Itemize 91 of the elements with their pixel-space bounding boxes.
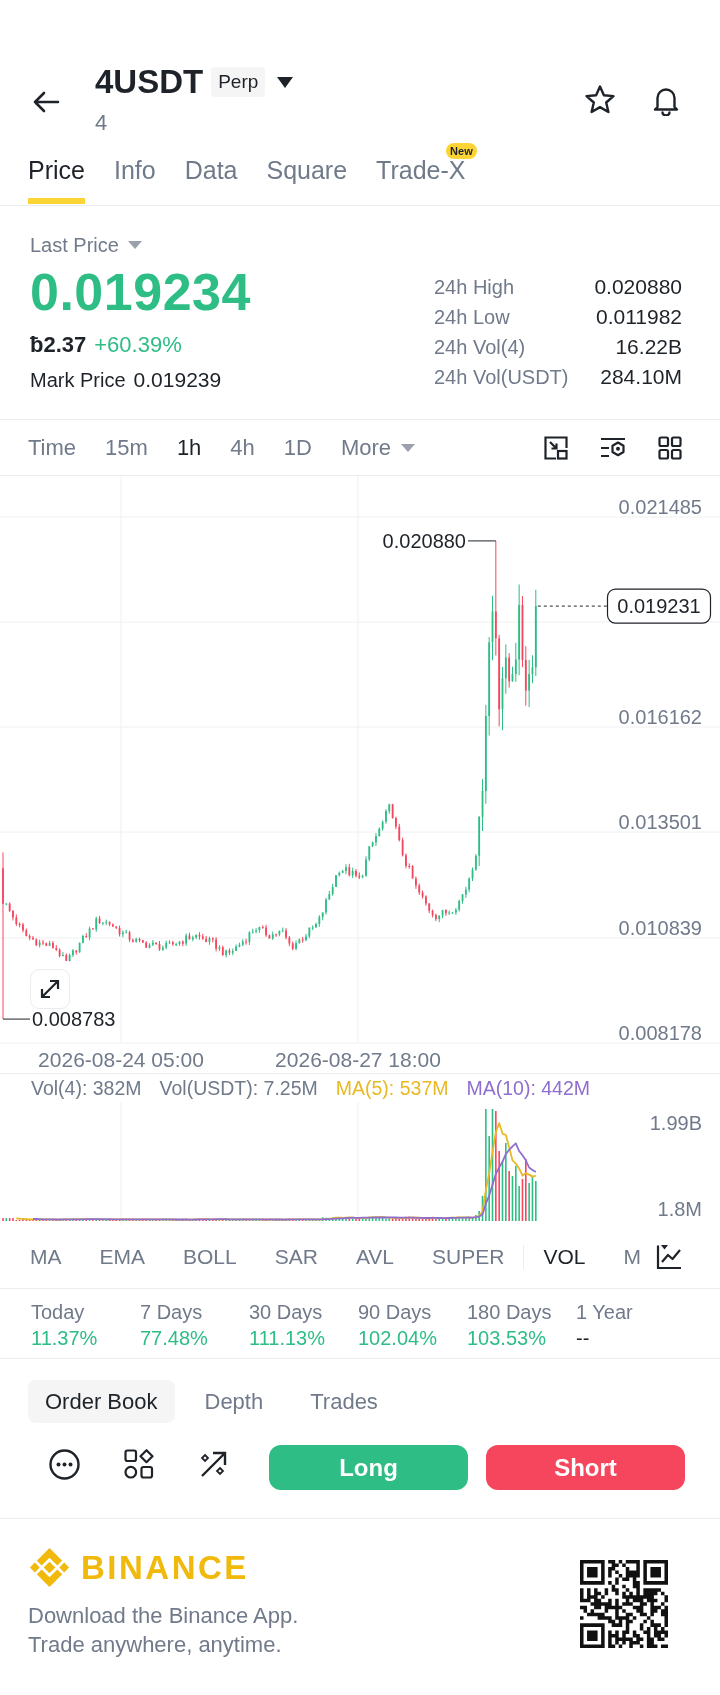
tab[interactable]: Data [184,157,238,204]
mark-price-label: Mark Price [30,368,126,392]
indicator-tab[interactable]: EMA [99,1242,145,1271]
volume-axis-label: 1.99B [649,1112,702,1134]
time-axis-label: 2026-08-27 18:00 [275,1048,441,1071]
order-view-tab[interactable]: Trades [293,1380,395,1423]
promo-text: Download the Binance App. [28,1602,299,1630]
indicator-tab[interactable]: VOL [543,1242,586,1271]
return-period-label: 180 Days [467,1300,552,1324]
caret-icon [401,443,416,452]
stat-label: 24h High [434,275,516,300]
return-value: 102.04% [358,1326,437,1350]
volume-axis-label: 1.8M [657,1198,702,1220]
indicator-tab[interactable]: MA [30,1242,62,1271]
volume-legend-item: MA(10): 442M [466,1076,591,1100]
return-period-label: Today [31,1300,85,1324]
short-button[interactable]: Short [486,1445,685,1490]
high-price-label: 0.020880 [382,529,466,552]
mark-price-value: 0.019239 [133,368,222,392]
high-price-leader-line [467,540,497,542]
return-value: 111.13% [249,1326,325,1350]
low-price-label: 0.008783 [32,1008,116,1031]
interval-tab[interactable]: 1h [176,433,202,462]
back-icon[interactable] [32,90,60,114]
order-view-tab[interactable]: Order Book [28,1380,175,1423]
interval-tab[interactable]: 4h [230,433,255,462]
expand-icon [39,978,61,1000]
local-currency-price: ƀ2.37 [30,332,87,358]
contract-type-badge: Perp [211,67,266,97]
expand-button[interactable] [30,969,70,1009]
base-asset-label: 4 [95,110,108,136]
star-icon[interactable] [584,84,616,116]
price-change-percent: +60.39% [94,332,182,358]
caret-icon[interactable] [277,76,294,88]
stat-label: 24h Vol(USDT) [434,365,570,390]
tab[interactable]: Trade-X [376,157,466,204]
return-value: 77.48% [140,1326,208,1350]
stat-value: 0.011982 [594,304,682,330]
volume-legend-item: Vol(USDT): 7.25M [159,1076,318,1100]
return-period-label: 30 Days [249,1300,323,1324]
stat-label: 24h Low [434,305,511,330]
line-chart-icon[interactable] [656,1243,682,1270]
indicator-tab[interactable]: BOLL [183,1242,237,1271]
stat-value: 16.22B [614,334,682,360]
return-value: 103.53% [467,1326,546,1350]
indicator-tab[interactable]: SUPER [432,1242,505,1271]
tab[interactable]: Square [266,157,348,204]
low-price-leader-line [2,1018,31,1020]
tab[interactable]: Price [28,157,85,204]
symbol-title[interactable]: 4USDT [95,65,204,99]
caret-icon [127,241,142,249]
volume-legend-item: MA(5): 537M [335,1076,449,1100]
promo-text: Trade anywhere, anytime. [28,1631,283,1659]
return-period-label: 7 Days [140,1300,203,1324]
current-price-tag: 0.019231 [606,588,712,624]
settings-list-icon[interactable] [600,435,626,460]
resize-frame-icon[interactable] [544,435,568,460]
tab[interactable]: Info [113,157,156,204]
shapes-icon[interactable] [124,1449,154,1479]
indicator-tab[interactable]: AVL [355,1242,395,1271]
interval-tab[interactable]: More [340,433,416,462]
last-price: 0.019234 [30,264,251,320]
return-value: -- [576,1326,590,1350]
more-icon[interactable] [49,1449,80,1480]
interval-tab[interactable]: Time [28,433,77,462]
price-axis-label: 0.010839 [618,917,702,939]
order-view-tab[interactable]: Depth [187,1380,281,1423]
return-period-label: 1 Year [576,1300,633,1324]
long-button[interactable]: Long [269,1445,468,1490]
interval-tab[interactable]: 15m [105,433,148,462]
volume-legend-item: Vol(4): 382M [31,1076,142,1100]
current-price-line [537,605,608,607]
indicator-tab[interactable]: SAR [274,1242,318,1271]
diagonal-arrow-icon[interactable] [200,1451,227,1478]
return-value: 11.37% [31,1326,98,1350]
indicator-tab[interactable]: M [623,1242,641,1271]
diamond-logo-icon [28,1546,71,1589]
price-type-dropdown[interactable]: Last Price [30,233,142,257]
stat-value: 0.020880 [593,274,682,300]
stat-label: 24h Vol(4) [434,335,527,360]
stat-value: 284.10M [599,364,682,390]
price-axis-label: 0.013501 [618,811,702,833]
brand-name: BINANCE [81,1547,249,1588]
interval-tab[interactable]: 1D [283,433,312,462]
time-axis-label: 2026-08-24 05:00 [38,1048,204,1071]
price-axis-label: 0.008178 [618,1022,702,1044]
return-period-label: 90 Days [358,1300,432,1324]
price-axis-label: 0.021485 [618,496,702,518]
grid-icon[interactable] [658,435,682,460]
price-axis-label: 0.016162 [618,706,702,728]
new-badge: New [446,143,477,159]
